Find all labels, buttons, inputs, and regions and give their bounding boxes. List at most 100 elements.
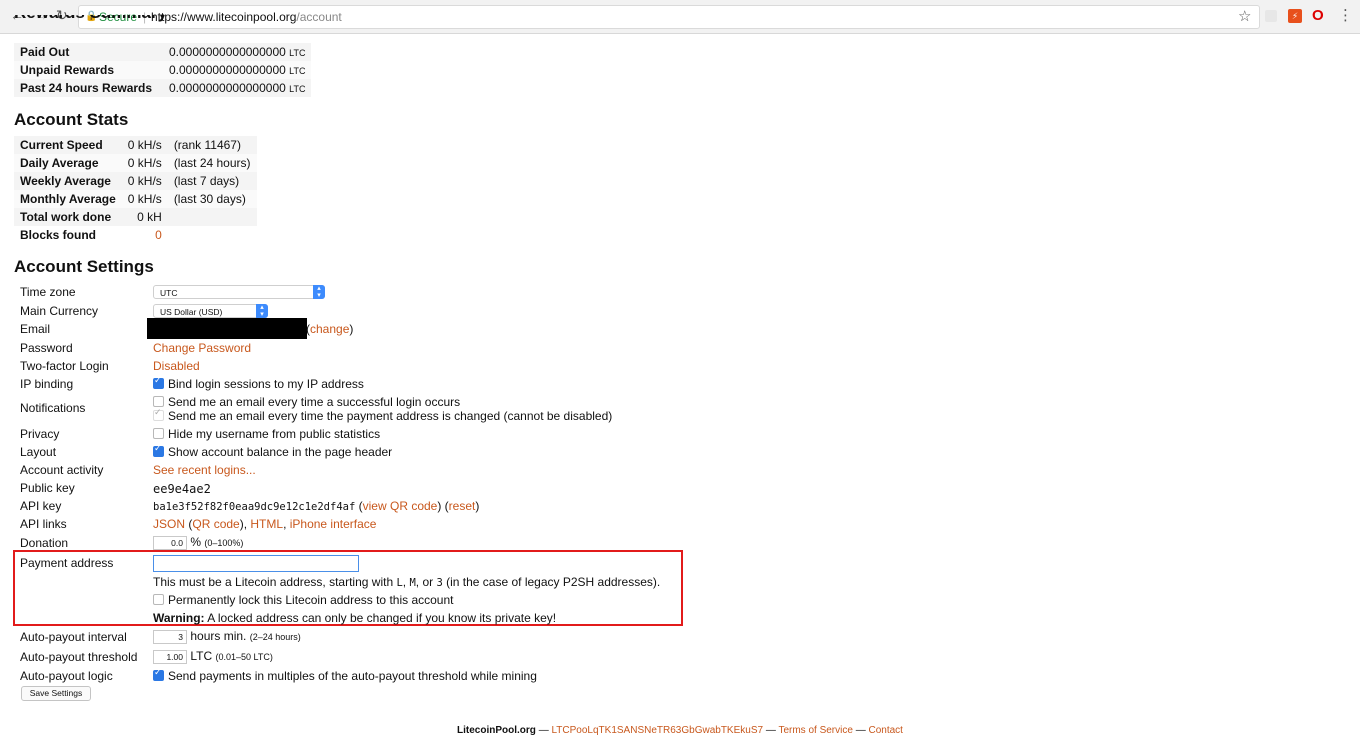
account-stats-heading: Account Stats — [14, 110, 129, 129]
json-link[interactable]: JSON — [153, 517, 185, 531]
email-label: Email — [20, 322, 51, 336]
public-key-label: Public key — [20, 481, 75, 495]
unit-label: LTC — [289, 66, 306, 76]
payment-address-input[interactable] — [153, 555, 359, 572]
timezone-label: Time zone — [20, 285, 76, 299]
table-row: Monthly Average 0 kH/s (last 30 days) — [14, 190, 257, 208]
payout-logic-option: Send payments in multiples of the auto-p… — [168, 669, 537, 683]
currency-value: US Dollar (USD) — [160, 307, 223, 317]
blocks-found-link[interactable]: 0 — [155, 228, 162, 242]
table-row: Daily Average 0 kH/s (last 24 hours) — [14, 154, 257, 172]
table-row: Past 24 hours Rewards 0.0000000000000000… — [14, 79, 312, 97]
layout-checkbox[interactable] — [153, 443, 164, 457]
table-row: Paid Out 0.0000000000000000 LTC — [14, 43, 312, 61]
row-value: 0 kH/s — [121, 154, 168, 172]
row-label: Blocks found — [14, 226, 122, 244]
donation-input[interactable]: 0.0 — [153, 535, 187, 550]
lock-address-checkbox[interactable] — [153, 594, 164, 605]
payout-logic-checkbox[interactable] — [153, 667, 164, 681]
row-label: Current Speed — [14, 136, 122, 154]
payout-interval-input[interactable]: 3 — [153, 629, 187, 644]
contact-link[interactable]: Contact — [868, 725, 902, 736]
html-link[interactable]: HTML — [250, 517, 283, 531]
payout-logic-label: Auto-payout logic — [20, 669, 113, 683]
json-qr-code-link[interactable]: QR code — [192, 517, 239, 531]
row-label: Daily Average — [14, 154, 122, 172]
row-label: Unpaid Rewards — [14, 61, 163, 79]
row-label: Total work done — [14, 208, 122, 226]
row-note: (last 24 hours) — [167, 154, 257, 172]
row-label: Past 24 hours Rewards — [14, 79, 163, 97]
opera-extension-icon[interactable]: O — [1312, 7, 1324, 24]
two-factor-link[interactable]: Disabled — [153, 359, 200, 373]
donation-label: Donation — [20, 536, 69, 550]
row-value: 0.0000000000000000 — [169, 63, 286, 77]
public-key-value: ee9e4ae2 — [153, 482, 211, 496]
two-factor-label: Two-factor Login — [20, 359, 109, 373]
row-value: 0 kH/s — [121, 190, 168, 208]
row-note: (rank 11467) — [167, 136, 257, 154]
layout-option: Show account balance in the page header — [168, 445, 393, 459]
unit-label: LTC — [289, 84, 306, 94]
save-settings-button[interactable]: Save Settings — [21, 686, 91, 701]
login-notify-option: Send me an email every time a successful… — [168, 395, 461, 409]
account-activity-label: Account activity — [20, 463, 104, 477]
row-value: 0 kH/s — [121, 172, 168, 190]
reset-api-key-link[interactable]: reset — [449, 499, 476, 513]
row-label: Monthly Average — [14, 190, 122, 208]
footer-donation-address-link[interactable]: LTCPooLqTK1SANSNeTR63GbGwabTKEkuS7 — [551, 725, 763, 736]
currency-label: Main Currency — [20, 304, 99, 318]
table-row: Unpaid Rewards 0.0000000000000000 LTC — [14, 61, 312, 79]
address-notify-checkbox — [153, 407, 164, 421]
login-notify-checkbox[interactable] — [153, 396, 164, 407]
layout-label: Layout — [20, 445, 57, 459]
table-row: Current Speed 0 kH/s (rank 11467) — [14, 136, 257, 154]
timezone-select[interactable]: UTC ▴ ▾ — [153, 285, 325, 299]
payout-interval-label: Auto-payout interval — [20, 630, 127, 644]
row-label: Paid Out — [14, 43, 163, 61]
donation-hint: (0–100%) — [204, 538, 244, 548]
change-email-link[interactable]: change — [310, 322, 349, 336]
table-row: Blocks found 0 — [14, 226, 257, 244]
browser-menu-icon[interactable]: ⋮ — [1338, 6, 1353, 24]
recent-logins-link[interactable]: See recent logins... — [153, 463, 256, 477]
password-label: Password — [20, 341, 73, 355]
extension-icon[interactable]: ⚡ — [1288, 9, 1302, 23]
change-password-link[interactable]: Change Password — [153, 341, 251, 355]
lock-address-option: Permanently lock this Litecoin address t… — [168, 593, 454, 607]
privacy-checkbox[interactable] — [153, 428, 164, 439]
payment-address-label: Payment address — [20, 556, 114, 570]
timezone-value: UTC — [160, 288, 178, 298]
ip-binding-label: IP binding — [20, 377, 74, 391]
notifications-label: Notifications — [20, 401, 86, 415]
address-notify-option: Send me an email every time the payment … — [168, 409, 613, 423]
footer-site: LitecoinPool.org — [457, 725, 536, 736]
table-row: Total work done 0 kH — [14, 208, 257, 226]
row-note — [167, 208, 257, 226]
payout-threshold-label: Auto-payout threshold — [20, 650, 138, 664]
terms-of-service-link[interactable]: Terms of Service — [778, 725, 852, 736]
extension-icon[interactable] — [1265, 10, 1277, 22]
payout-interval-hint: (2–24 hours) — [249, 632, 301, 642]
bookmark-star-icon[interactable]: ☆ — [1238, 7, 1251, 25]
account-stats-table: Current Speed 0 kH/s (rank 11467) Daily … — [14, 136, 257, 244]
rewards-table: Paid Out 0.0000000000000000 LTC Unpaid R… — [14, 43, 312, 97]
view-qr-code-link[interactable]: view QR code — [363, 499, 438, 513]
payout-threshold-hint: (0.01–50 LTC) — [215, 652, 273, 662]
row-note: (last 30 days) — [167, 190, 257, 208]
privacy-label: Privacy — [20, 427, 60, 441]
privacy-option: Hide my username from public statistics — [168, 427, 381, 441]
payout-threshold-input[interactable]: 1.00 — [153, 649, 187, 664]
row-label: Weekly Average — [14, 172, 122, 190]
api-key-value: ba1e3f52f82f0eaa9dc9e12c1e2df4af — [153, 501, 356, 513]
row-value: 0 kH — [121, 208, 168, 226]
row-value: 0.0000000000000000 — [169, 81, 286, 95]
ip-binding-checkbox[interactable] — [153, 375, 164, 389]
row-value: 0 kH/s — [121, 136, 168, 154]
row-note — [167, 226, 257, 244]
payment-warning: Warning: A locked address can only be ch… — [153, 611, 557, 625]
footer: LitecoinPool.org — LTCPooLqTK1SANSNeTR63… — [457, 725, 903, 736]
row-value: 0.0000000000000000 — [169, 45, 286, 59]
iphone-interface-link[interactable]: iPhone interface — [290, 517, 377, 531]
currency-select[interactable]: US Dollar (USD) ▴ ▾ — [153, 304, 268, 318]
